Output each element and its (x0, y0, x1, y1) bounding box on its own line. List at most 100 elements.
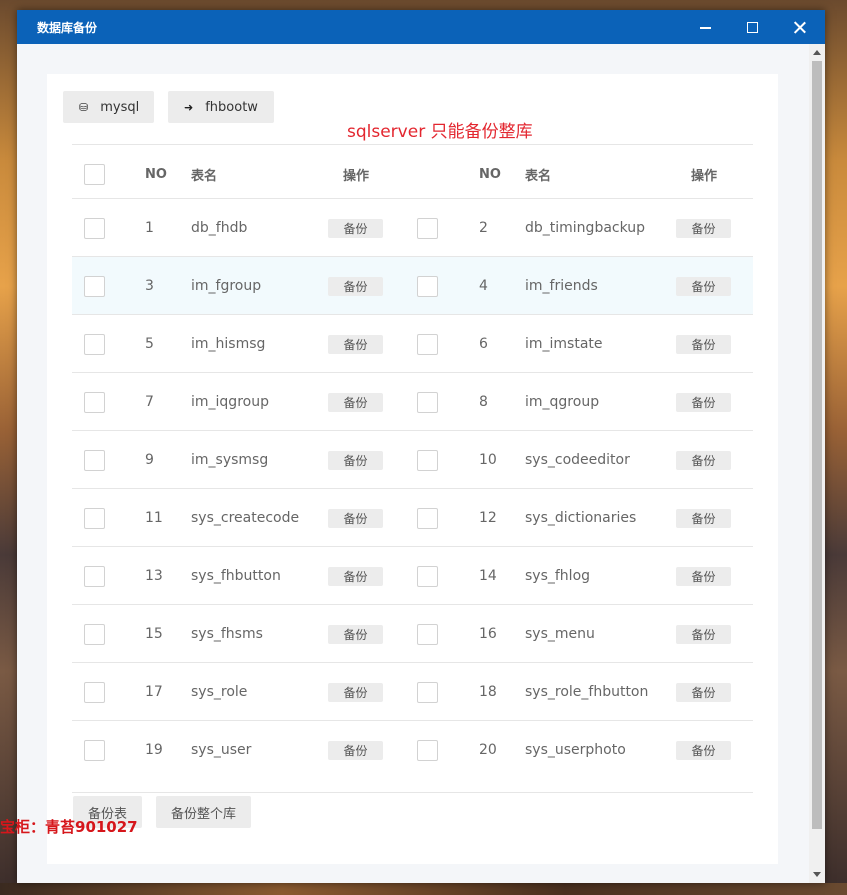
backup-row-button[interactable]: 备份 (676, 450, 731, 470)
row-no: 16 (479, 626, 497, 642)
row-table-name: db_timingbackup (525, 220, 646, 236)
row-no: 9 (145, 452, 154, 468)
row-table-name: sys_fhbutton (191, 568, 281, 584)
backup-row-button[interactable]: 备份 (676, 276, 731, 296)
table-row: 1 db_fhdb 备份 2 db_timingbackup 备份 (72, 198, 753, 256)
row-table-name: db_fhdb (191, 220, 248, 236)
backup-row-button[interactable]: 备份 (676, 624, 731, 644)
table-row: 11 sys_createcode 备份 12 sys_dictionaries 备份 (72, 488, 753, 546)
backup-row-button[interactable]: 备份 (328, 276, 383, 296)
db-button-fhbootw[interactable]: ➜ fhbootw (168, 91, 274, 123)
backup-row-button[interactable]: 备份 (328, 624, 383, 644)
row-checkbox[interactable] (84, 391, 105, 413)
row-no: 20 (479, 742, 497, 758)
arrow-right-icon: ➜ (184, 100, 194, 114)
content-panel: ⛁ mysql ➜ fhbootw sqlserver 只能备份整库 NO 表名… (47, 74, 778, 864)
row-table-name: sys_codeeditor (525, 452, 630, 468)
row-table-name: im_hismsg (191, 336, 266, 352)
vertical-scrollbar[interactable] (809, 44, 825, 883)
close-icon (794, 21, 806, 33)
row-checkbox[interactable] (84, 565, 105, 587)
row-no: 11 (145, 510, 163, 526)
row-no: 5 (145, 336, 154, 352)
table-row: 17 sys_role 备份 18 sys_role_fhbutton 备份 (72, 662, 753, 720)
row-no: 7 (145, 394, 154, 410)
row-checkbox[interactable] (417, 449, 438, 471)
row-checkbox[interactable] (417, 391, 438, 413)
backup-row-button[interactable]: 备份 (328, 334, 383, 354)
backup-all-button[interactable]: 备份整个库 (156, 796, 251, 828)
backup-row-button[interactable]: 备份 (328, 450, 383, 470)
row-table-name: sys_menu (525, 626, 595, 642)
row-table-name: im_sysmsg (191, 452, 269, 468)
row-checkbox[interactable] (417, 333, 438, 355)
header-no: NO (145, 166, 167, 182)
row-checkbox[interactable] (417, 739, 438, 761)
row-checkbox[interactable] (84, 449, 105, 471)
backup-row-button[interactable]: 备份 (676, 508, 731, 528)
row-checkbox[interactable] (84, 275, 105, 297)
minimize-button[interactable] (682, 10, 728, 44)
close-button[interactable] (777, 10, 823, 44)
row-checkbox[interactable] (417, 275, 438, 297)
row-checkbox[interactable] (84, 333, 105, 355)
row-table-name: im_fgroup (191, 278, 262, 294)
row-checkbox[interactable] (84, 217, 105, 239)
maximize-icon (746, 21, 758, 33)
backup-row-button[interactable]: 备份 (676, 566, 731, 586)
row-table-name: sys_createcode (191, 510, 300, 526)
backup-row-button[interactable]: 备份 (328, 508, 383, 528)
row-no: 10 (479, 452, 497, 468)
row-checkbox[interactable] (84, 623, 105, 645)
header-op: 操作 (691, 168, 718, 184)
scroll-up-icon[interactable] (813, 50, 821, 55)
maximize-button[interactable] (729, 10, 775, 44)
row-checkbox[interactable] (84, 681, 105, 703)
desktop-background (0, 0, 17, 895)
row-no: 8 (479, 394, 488, 410)
backup-row-button[interactable]: 备份 (676, 682, 731, 702)
minimize-icon (699, 27, 711, 29)
backup-row-button[interactable]: 备份 (676, 740, 731, 760)
db-button-label: fhbootw (205, 99, 258, 115)
row-table-name: im_imstate (525, 336, 603, 352)
row-table-name: sys_role (191, 684, 248, 700)
table-row: 13 sys_fhbutton 备份 14 sys_fhlog 备份 (72, 546, 753, 604)
row-no: 13 (145, 568, 163, 584)
backup-row-button[interactable]: 备份 (328, 218, 383, 238)
scroll-thumb[interactable] (812, 61, 822, 829)
backup-row-button[interactable]: 备份 (676, 392, 731, 412)
row-no: 12 (479, 510, 497, 526)
db-button-mysql[interactable]: ⛁ mysql (63, 91, 154, 123)
row-no: 4 (479, 278, 488, 294)
backup-row-button[interactable]: 备份 (328, 740, 383, 760)
select-all-checkbox[interactable] (84, 163, 105, 185)
backup-row-button[interactable]: 备份 (328, 392, 383, 412)
row-checkbox[interactable] (417, 565, 438, 587)
header-name: 表名 (191, 168, 218, 184)
row-checkbox[interactable] (417, 681, 438, 703)
header-name: 表名 (525, 168, 552, 184)
row-no: 18 (479, 684, 497, 700)
backup-row-button[interactable]: 备份 (328, 682, 383, 702)
row-no: 19 (145, 742, 163, 758)
table-header: NO 表名 操作 NO 表名 操作 (72, 144, 753, 202)
title-bar[interactable]: 数据库备份 (17, 10, 825, 44)
backup-row-button[interactable]: 备份 (328, 566, 383, 586)
row-table-name: sys_fhlog (525, 568, 591, 584)
row-no: 2 (479, 220, 488, 236)
row-table-name: sys_fhsms (191, 626, 263, 642)
row-checkbox[interactable] (417, 217, 438, 239)
window-title: 数据库备份 (37, 21, 98, 35)
row-checkbox[interactable] (417, 507, 438, 529)
row-checkbox[interactable] (84, 739, 105, 761)
backup-row-button[interactable]: 备份 (676, 218, 731, 238)
header-no: NO (479, 166, 501, 182)
sqlserver-notice: sqlserver 只能备份整库 (347, 122, 533, 142)
backup-row-button[interactable]: 备份 (676, 334, 731, 354)
row-checkbox[interactable] (84, 507, 105, 529)
database-icon: ⛁ (79, 100, 89, 114)
row-checkbox[interactable] (417, 623, 438, 645)
table-bottom-border (72, 792, 753, 793)
scroll-down-icon[interactable] (813, 872, 821, 877)
